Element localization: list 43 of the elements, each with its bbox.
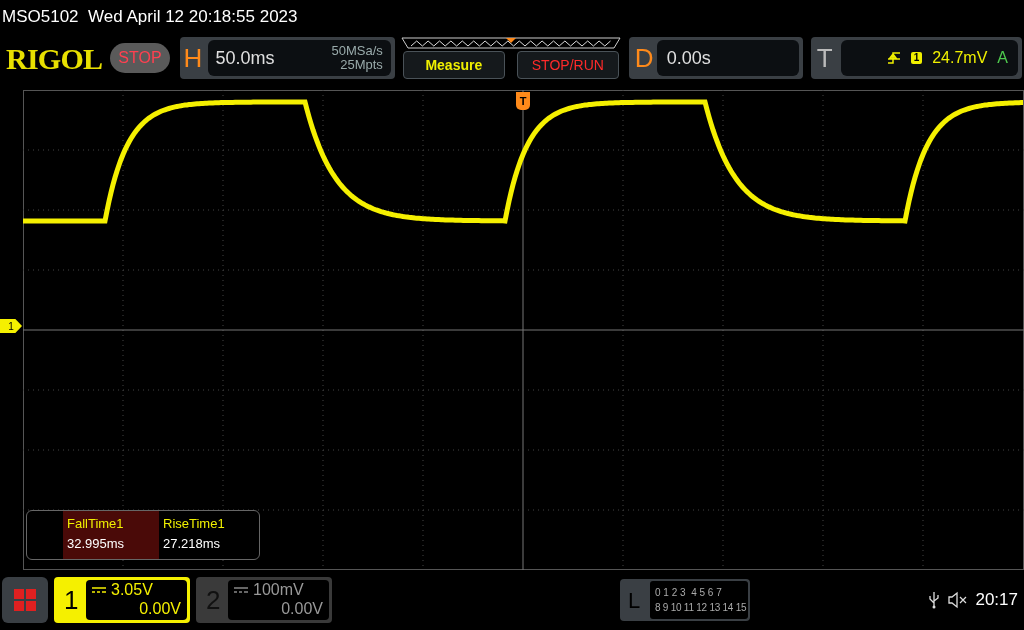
trigger-position-marker: T	[516, 92, 530, 110]
channel-panel[interactable]: 1 3.05V 0.00V	[54, 577, 190, 623]
measurement-value: 27.218ms	[163, 535, 222, 553]
trigger-panel[interactable]: T 1 24.7mV A	[810, 37, 1022, 79]
delay-panel[interactable]: D 0.00s	[628, 37, 803, 79]
delay-label: D	[634, 41, 655, 75]
clock-time: 20:17	[975, 589, 1018, 612]
usb-icon	[929, 591, 940, 609]
sample-rate: 50MSa/s	[331, 44, 383, 58]
channel-number: 1	[64, 583, 80, 617]
logic-label: L	[628, 586, 642, 615]
channel-scale: 3.05V	[111, 580, 153, 599]
run-state-indicator: STOP	[110, 43, 170, 73]
channel-offset: 0.00V	[281, 599, 323, 618]
logic-panel[interactable]: L 0 1 2 3 4 5 6 7 8 9 10 11 12 13 14 15	[620, 579, 750, 621]
dc-coupling-icon	[92, 586, 106, 593]
measurement-value: 32.995ms	[67, 535, 126, 553]
horizontal-panel[interactable]: H 50.0ms 50MSa/s 25Mpts	[179, 37, 395, 79]
brand-logo: RIGOL	[6, 40, 103, 77]
stop-run-button[interactable]: STOP/RUN	[516, 51, 619, 79]
status-line: MSO5102 Wed April 12 20:18:55 2023	[2, 6, 298, 29]
rising-edge-icon	[886, 51, 901, 65]
waveform-overview-icon	[400, 37, 621, 49]
speaker-muted-icon	[947, 591, 968, 609]
trigger-source-badge: 1	[910, 52, 923, 64]
channel-scale: 100mV	[253, 580, 304, 599]
grid-icon	[14, 589, 36, 611]
delay-value: 0.00s	[666, 46, 711, 70]
dc-coupling-icon	[234, 586, 248, 593]
channel-offset: 0.00V	[139, 599, 181, 618]
memory-depth: 25Mpts	[340, 58, 383, 72]
trigger-mode: A	[997, 48, 1008, 68]
menu-button[interactable]	[2, 577, 48, 623]
trigger-label: T	[816, 41, 834, 75]
logic-channels-high: 8 9 10 11 12 13 14 15	[655, 601, 748, 615]
trigger-level: 24.7mV	[932, 48, 988, 68]
measurement-name: RiseTime1	[163, 515, 226, 533]
measurement-name: FallTime1	[67, 515, 125, 533]
timebase-value: 50.0ms	[215, 46, 275, 70]
logic-channels-low: 0 1 2 3 4 5 6 7	[655, 586, 723, 600]
horizontal-label: H	[183, 41, 204, 75]
channel-marker: 1	[0, 319, 22, 333]
measure-button[interactable]: Measure	[402, 51, 505, 79]
